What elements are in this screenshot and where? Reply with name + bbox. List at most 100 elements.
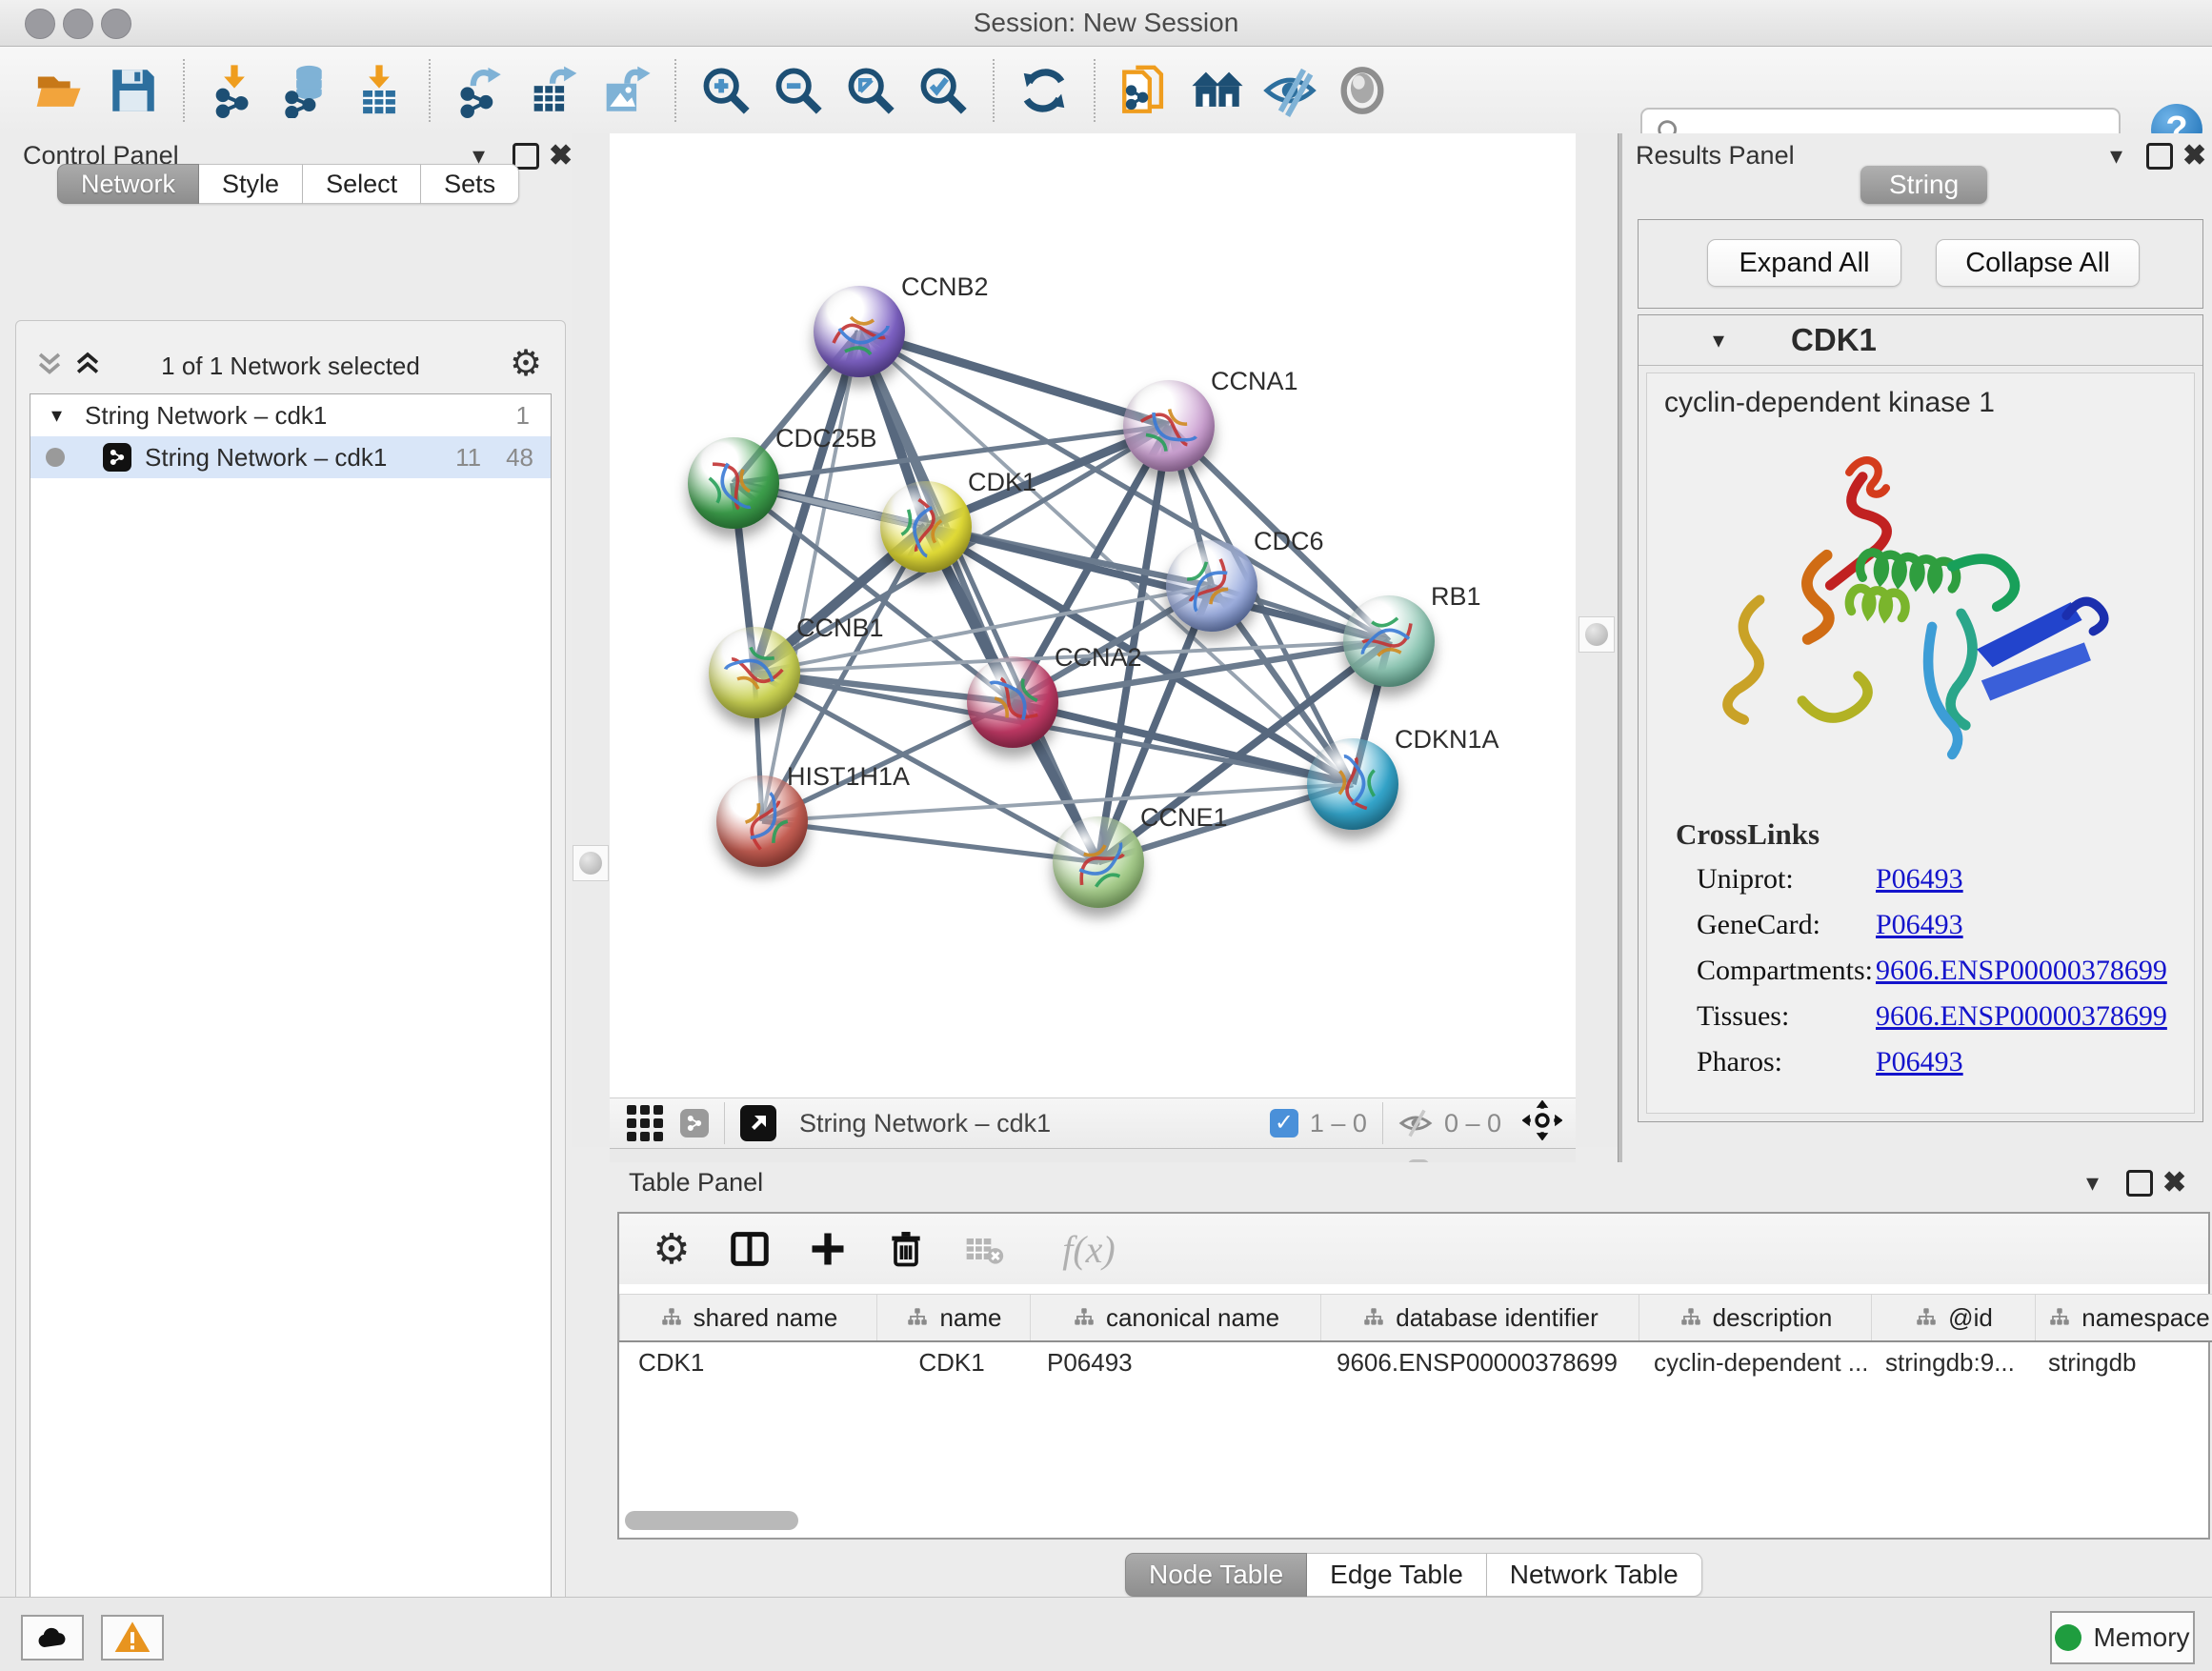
table-panel-close-icon[interactable]: ✖ — [2162, 1166, 2186, 1199]
delete-column-trash-icon[interactable] — [880, 1223, 932, 1275]
tree-expander-icon[interactable]: ▾ — [51, 403, 62, 428]
network-node-CCNE1[interactable] — [1053, 816, 1144, 908]
column-header-description[interactable]: description — [1639, 1295, 1871, 1340]
cloud-status-button[interactable] — [21, 1615, 84, 1661]
table-cell[interactable]: 9606.ENSP00000378699 — [1317, 1348, 1635, 1378]
show-columns-icon[interactable] — [724, 1223, 775, 1275]
warning-icon — [113, 1619, 151, 1657]
results-panel-close-icon[interactable]: ✖ — [2182, 139, 2206, 172]
tab-select[interactable]: Select — [303, 164, 421, 204]
tab-node-table[interactable]: Node Table — [1125, 1553, 1307, 1597]
tab-network[interactable]: Network — [57, 164, 199, 204]
selected-counts: 1 – 0 — [1310, 1109, 1367, 1138]
table-cell[interactable]: CDK1 — [619, 1348, 875, 1378]
crosslink-genecard-link[interactable]: P06493 — [1876, 909, 1963, 941]
network-node-CDKN1A[interactable] — [1307, 738, 1398, 830]
homes-icon[interactable] — [1189, 62, 1246, 119]
export-image-icon[interactable] — [596, 62, 654, 119]
column-header-databaseidentifier[interactable]: database identifier — [1320, 1295, 1639, 1340]
network-panel-options-gear-icon[interactable]: ⚙ — [510, 342, 542, 385]
selected-checkbox-icon[interactable]: ✓ — [1270, 1109, 1298, 1137]
export-table-icon[interactable] — [524, 62, 581, 119]
network-node-CCNA2[interactable] — [967, 656, 1058, 748]
network-node-CCNA1[interactable] — [1123, 380, 1215, 472]
left-splitter[interactable] — [572, 133, 610, 1147]
tab-string[interactable]: String — [1860, 166, 1987, 204]
import-network-file-icon[interactable] — [206, 62, 263, 119]
column-header-canonicalname[interactable]: canonical name — [1030, 1295, 1320, 1340]
column-header-namespace[interactable]: namespace — [2035, 1295, 2212, 1340]
table-cell[interactable]: P06493 — [1028, 1348, 1317, 1378]
network-node-CDC6[interactable] — [1166, 540, 1257, 632]
network-collection-row[interactable]: ▾ String Network – cdk1 1 — [30, 394, 551, 436]
crosslink-uniprot-link[interactable]: P06493 — [1876, 863, 1963, 896]
network-node-RB1[interactable] — [1343, 595, 1435, 687]
zoom-out-icon[interactable] — [770, 62, 827, 119]
network-row[interactable]: String Network – cdk1 11 48 — [30, 436, 551, 478]
column-header-id[interactable]: @id — [1871, 1295, 2035, 1340]
section-expander-icon[interactable]: ▾ — [1713, 327, 1724, 354]
control-panel-close-icon[interactable]: ✖ — [549, 139, 573, 172]
table-cell[interactable]: CDK1 — [875, 1348, 1028, 1378]
birds-eye-view-icon[interactable] — [740, 1105, 776, 1141]
protein-structure-image — [1695, 427, 2142, 789]
table-cell[interactable]: cyclin-dependent ... — [1635, 1348, 1866, 1378]
tab-style[interactable]: Style — [199, 164, 303, 204]
results-panel-menu-icon[interactable]: ▾ — [2110, 141, 2122, 171]
table-cell[interactable]: stringdb:9... — [1866, 1348, 2029, 1378]
save-session-icon[interactable] — [105, 62, 162, 119]
zoom-fit-icon[interactable] — [842, 62, 899, 119]
tab-sets[interactable]: Sets — [421, 164, 519, 204]
table-row[interactable]: CDK1CDK1P064939606.ENSP00000378699cyclin… — [619, 1341, 2212, 1383]
gene-description: cyclin-dependent kinase 1 — [1664, 387, 2194, 419]
network-node-CCNB2[interactable] — [814, 286, 905, 377]
table-panel-menu-icon[interactable]: ▾ — [2086, 1168, 2099, 1198]
right-splitter[interactable] — [1576, 133, 1618, 1147]
function-builder-icon[interactable]: f(x) — [1036, 1223, 1141, 1275]
grid-view-icon[interactable] — [627, 1105, 663, 1141]
show-eye-icon[interactable] — [1334, 62, 1391, 119]
open-session-icon[interactable] — [32, 62, 90, 119]
column-header-sharedname[interactable]: shared name — [619, 1295, 876, 1340]
splitter-collapse-button[interactable] — [1579, 616, 1615, 653]
network-badge-icon[interactable] — [680, 1109, 709, 1137]
network-node-CCNB1[interactable] — [709, 627, 800, 718]
crosslink-tissues-link[interactable]: 9606.ENSP00000378699 — [1876, 1000, 2167, 1033]
zoom-selected-icon[interactable] — [915, 62, 972, 119]
splitter-collapse-button[interactable] — [573, 845, 609, 881]
refresh-icon[interactable] — [1016, 62, 1073, 119]
collapse-all-button[interactable]: Collapse All — [1936, 239, 2140, 287]
table-cell[interactable]: stringdb — [2029, 1348, 2212, 1378]
warning-status-button[interactable] — [101, 1615, 164, 1661]
results-panel-float-icon[interactable] — [2146, 143, 2173, 170]
import-table-file-icon[interactable] — [351, 62, 408, 119]
gene-section-header[interactable]: ▾ CDK1 — [1639, 315, 2202, 366]
share-document-icon[interactable] — [1116, 62, 1174, 119]
export-network-icon[interactable] — [452, 62, 509, 119]
hidden-eye-icon[interactable] — [1398, 1106, 1433, 1140]
create-column-plus-icon[interactable] — [802, 1223, 854, 1275]
pan-mode-icon[interactable] — [1522, 1100, 1562, 1147]
table-settings-gear-icon[interactable]: ⚙ — [646, 1223, 697, 1275]
network-canvas[interactable]: CCNB2CCNA1CDC25BCDK1CDC6RB1CCNB1CCNA2CDK… — [610, 133, 1576, 1097]
tab-network-table[interactable]: Network Table — [1487, 1553, 1702, 1597]
expand-all-button[interactable]: Expand All — [1707, 239, 1901, 287]
table-panel-float-icon[interactable] — [2126, 1170, 2153, 1197]
delete-table-icon[interactable] — [958, 1223, 1010, 1275]
network-edge[interactable] — [762, 332, 859, 821]
column-header-name[interactable]: name — [876, 1295, 1030, 1340]
network-collection-label: String Network – cdk1 — [85, 401, 327, 431]
network-node-CDK1[interactable] — [880, 481, 972, 573]
zoom-in-icon[interactable] — [697, 62, 754, 119]
crosslink-pharos-link[interactable]: P06493 — [1876, 1046, 1963, 1078]
crosslink-compartments-link[interactable]: 9606.ENSP00000378699 — [1876, 955, 2167, 987]
memory-button[interactable]: Memory — [2050, 1611, 2195, 1664]
network-node-label: CCNA2 — [1055, 643, 1142, 673]
network-node-CDC25B[interactable] — [688, 437, 779, 529]
hide-selected-icon[interactable] — [1261, 62, 1318, 119]
import-network-database-icon[interactable] — [278, 62, 335, 119]
horizontal-scrollbar-thumb[interactable] — [625, 1511, 798, 1530]
table-panel-title: Table Panel — [629, 1168, 763, 1198]
network-edges — [610, 133, 1576, 1097]
tab-edge-table[interactable]: Edge Table — [1307, 1553, 1487, 1597]
